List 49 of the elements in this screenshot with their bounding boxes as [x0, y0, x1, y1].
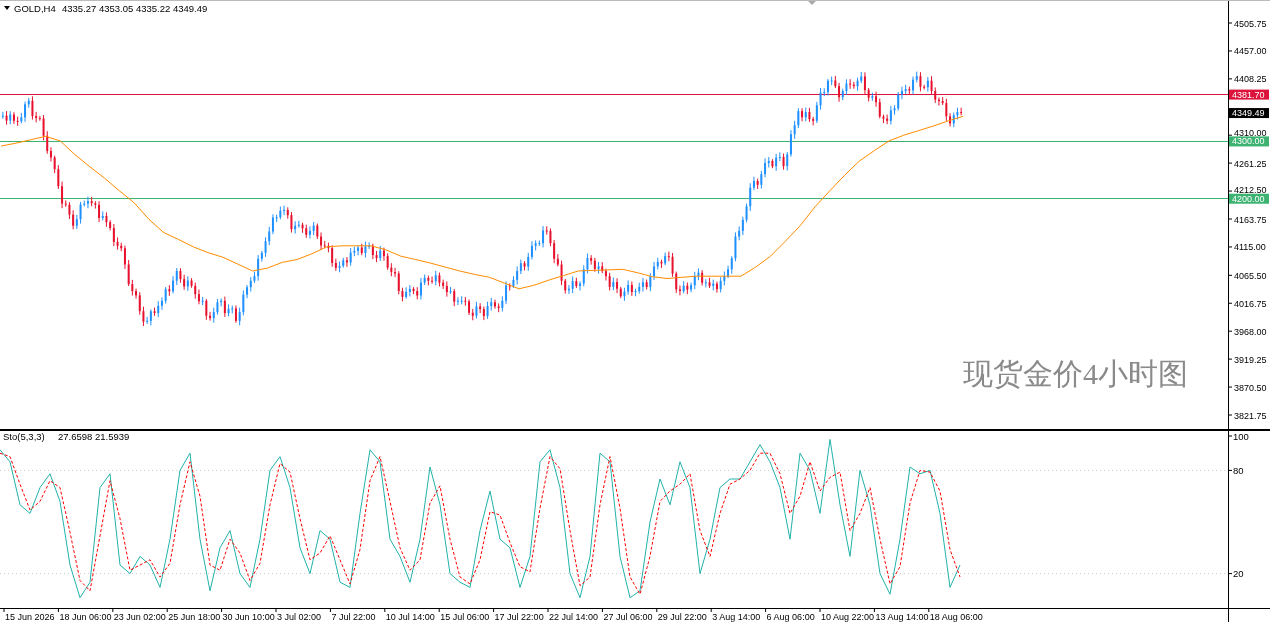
axis-label: 6 Aug 06:00: [766, 612, 815, 622]
axis-label: 18 Aug 06:00: [929, 612, 983, 622]
scroll-marker-icon[interactable]: [808, 1, 816, 5]
axis-label: 3821.75: [1234, 410, 1267, 421]
chart-title: 现货金价4小时图: [963, 357, 1188, 390]
dropdown-caret-icon[interactable]: [4, 6, 10, 10]
axis-label: 4310.00: [1234, 127, 1267, 138]
axis-label: 13 Aug 14:00: [875, 612, 929, 622]
axis-label: 4163.75: [1234, 214, 1267, 225]
axis-label: 100: [1233, 431, 1249, 442]
ohlc-readout: 4335.27 4353.05 4335.22 4349.49: [62, 3, 208, 14]
axis-label: 18 Jun 06:00: [59, 612, 112, 622]
axis-label: 4115.00: [1234, 242, 1266, 253]
indicator-name: Sto(5,3,3): [3, 431, 45, 442]
axis-label: 10 Jul 14:00: [385, 612, 435, 622]
axis-label: 4065.50: [1234, 270, 1267, 281]
axis-label: 4212.50: [1234, 185, 1267, 196]
axis-label: 22 Jul 14:00: [549, 612, 599, 622]
axis-label: 23 Jun 02:00: [113, 612, 166, 622]
axis-label: 3 Aug 14:00: [712, 612, 761, 622]
price-tag: 4200.00: [1229, 193, 1269, 204]
axis-label: 30 Jun 10:00: [222, 612, 275, 622]
axis-label: 3919.25: [1234, 354, 1267, 365]
level-line[interactable]: [0, 198, 1229, 199]
level-line[interactable]: [0, 141, 1229, 142]
axis-label: 3968.00: [1234, 326, 1267, 337]
indicator-readout: 27.6598 21.5939: [58, 431, 130, 442]
axis-label: 20: [1233, 568, 1244, 580]
axis-label: 80: [1233, 464, 1244, 476]
axis-label: 4261.25: [1234, 158, 1267, 169]
axis-label: 10 Aug 22:00: [821, 612, 875, 622]
axis-label: 15 Jul 06:00: [440, 612, 490, 622]
axis-label: 3 Jul 02:00: [277, 612, 322, 622]
symbol-label: GOLD,H4: [14, 3, 56, 14]
axis-label: 17 Jul 22:00: [494, 612, 544, 622]
axis-label: 15 Jun 2026: [5, 612, 55, 622]
axis-label: 4505.75: [1234, 18, 1267, 29]
axis-label: 4408.25: [1234, 74, 1267, 85]
axis-label: 3870.50: [1234, 382, 1267, 393]
axis-label: 4457.00: [1234, 46, 1267, 57]
axis-label: 4016.75: [1234, 298, 1267, 309]
axis-label: 27 Jul 06:00: [603, 612, 653, 622]
price-tag: 4349.49: [1229, 108, 1269, 119]
level-line[interactable]: [0, 94, 1229, 95]
price-tag: 4381.70: [1229, 89, 1269, 100]
axis-label: 29 Jul 22:00: [657, 612, 707, 622]
price-tag: 4300.00: [1229, 136, 1269, 147]
axis-label: 7 Jul 22:00: [331, 612, 376, 622]
axis-label: 25 Jun 18:00: [168, 612, 221, 622]
